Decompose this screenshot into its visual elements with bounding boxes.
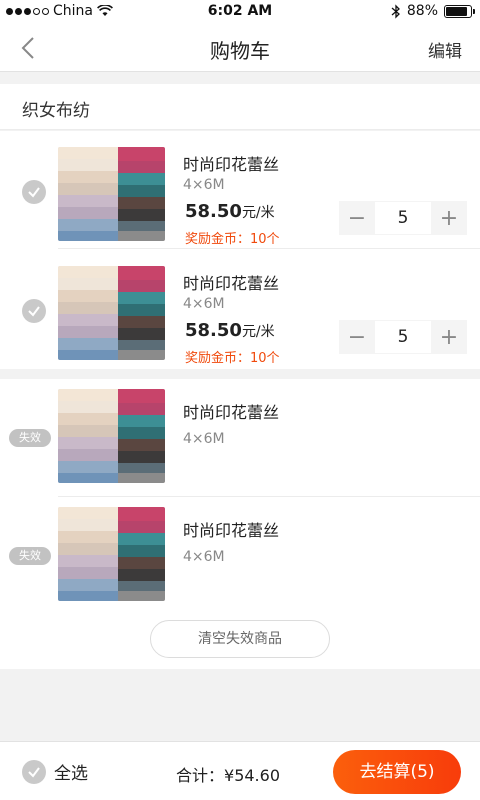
product-title[interactable]: 时尚印花蕾丝 xyxy=(183,517,279,541)
price-value: 58.50 xyxy=(185,201,242,222)
select-all-label: 全选 xyxy=(54,764,88,784)
select-all-toggle[interactable]: 全选 xyxy=(22,759,88,784)
total-value: ¥54.60 xyxy=(224,766,280,785)
divider xyxy=(58,248,480,249)
product-spec: 4×6M xyxy=(183,296,225,312)
shop-name: 织女布纺 xyxy=(22,101,90,121)
page-title: 购物车 xyxy=(210,39,270,63)
cart-items-card: 时尚印花蕾丝 4×6M 58.50元/米 奖励金币：10个 − 5 + 时尚印花… xyxy=(0,131,480,369)
invalid-badge: 失效 xyxy=(9,429,51,447)
status-bar: China 6:02 AM 88% xyxy=(0,0,480,24)
product-title[interactable]: 时尚印花蕾丝 xyxy=(183,399,279,423)
shop-header[interactable]: 织女布纺 xyxy=(0,84,480,130)
checkout-button[interactable]: 去结算(5) xyxy=(333,750,461,794)
bluetooth-icon xyxy=(391,3,400,19)
quantity-stepper: − 5 + xyxy=(339,320,467,354)
product-title[interactable]: 时尚印花蕾丝 xyxy=(183,151,279,175)
cart-item[interactable]: 时尚印花蕾丝 4×6M 58.50元/米 奖励金币：10个 − 5 + xyxy=(0,131,480,249)
cart-item[interactable]: 时尚印花蕾丝 4×6M 58.50元/米 奖励金币：10个 − 5 + xyxy=(0,250,480,368)
invalid-item[interactable]: 失效 时尚印花蕾丝 4×6M xyxy=(0,497,480,615)
clear-invalid-button[interactable]: 清空失效商品 xyxy=(150,620,330,658)
check-icon xyxy=(28,306,40,317)
product-spec: 4×6M xyxy=(183,549,225,565)
check-icon xyxy=(28,766,40,778)
product-image[interactable] xyxy=(58,266,165,360)
check-icon xyxy=(28,187,40,198)
invalid-item[interactable]: 失效 时尚印花蕾丝 4×6M xyxy=(0,379,480,497)
battery-icon xyxy=(444,4,475,18)
nav-bar: 购物车 编辑 xyxy=(0,24,480,72)
quantity-value[interactable]: 5 xyxy=(375,201,431,235)
item-checkbox[interactable] xyxy=(22,299,46,323)
invalid-badge: 失效 xyxy=(9,547,51,565)
product-spec: 4×6M xyxy=(183,177,225,193)
reward-coins: 奖励金币：10个 xyxy=(185,351,280,366)
total-label: 合计： xyxy=(176,766,225,785)
product-spec: 4×6M xyxy=(183,431,225,447)
status-right: 88% xyxy=(391,3,475,19)
quantity-value[interactable]: 5 xyxy=(375,320,431,354)
edit-button[interactable]: 编辑 xyxy=(428,37,462,62)
product-price: 58.50元/米 xyxy=(185,201,275,222)
decrement-button[interactable]: − xyxy=(339,320,375,354)
product-image[interactable] xyxy=(58,507,165,601)
increment-button[interactable]: + xyxy=(431,201,467,235)
product-price: 58.50元/米 xyxy=(185,320,275,341)
increment-button[interactable]: + xyxy=(431,320,467,354)
product-image[interactable] xyxy=(58,389,165,483)
total-amount: 合计：¥54.60 xyxy=(176,762,280,786)
item-checkbox[interactable] xyxy=(22,180,46,204)
quantity-stepper: − 5 + xyxy=(339,201,467,235)
product-title[interactable]: 时尚印花蕾丝 xyxy=(183,270,279,294)
price-unit: 元/米 xyxy=(241,205,275,221)
reward-coins: 奖励金币：10个 xyxy=(185,232,280,247)
price-unit: 元/米 xyxy=(241,324,275,340)
bottom-bar: 全选 合计：¥54.60 去结算(5) xyxy=(0,741,480,800)
select-all-checkbox[interactable] xyxy=(22,759,46,784)
decrement-button[interactable]: − xyxy=(339,201,375,235)
product-image[interactable] xyxy=(58,147,165,241)
battery-percent: 88% xyxy=(406,3,438,19)
price-value: 58.50 xyxy=(185,320,242,341)
